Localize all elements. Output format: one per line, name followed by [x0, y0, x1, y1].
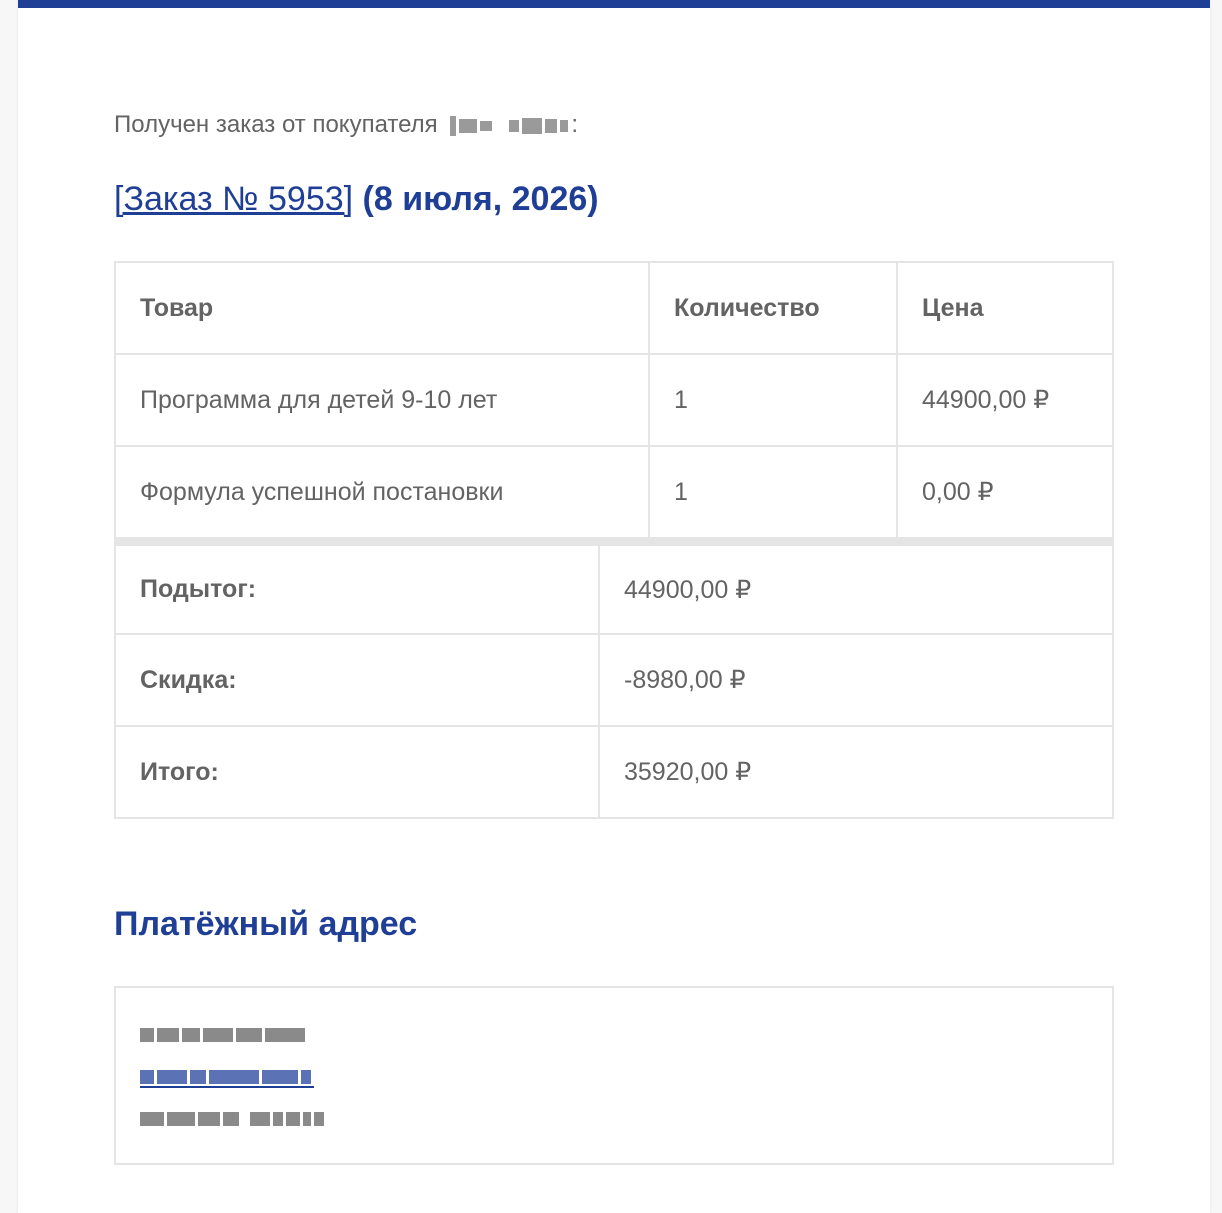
intro-text: Получен заказ от покупателя: [114, 111, 438, 138]
order-heading: [Заказ № 5953] (8 июля, 2026): [114, 180, 599, 219]
table-row: Программа для детей 9-10 лет 1 44900,00 …: [114, 353, 1114, 447]
product-price: 0,00 ₽: [896, 445, 1114, 539]
redacted-billing-name: [140, 1026, 308, 1044]
order-date: (8 июля, 2026): [362, 180, 599, 218]
intro-line: Получен заказ от покупателя :: [114, 111, 579, 140]
product-quantity: 1: [648, 353, 898, 447]
subtotal-value: 44900,00 ₽: [598, 541, 1114, 635]
redacted-customer-name: [450, 112, 571, 140]
order-items-table: Товар Количество Цена Программа для дете…: [114, 261, 1114, 539]
table-header-row: Товар Количество Цена: [114, 261, 1114, 355]
total-value: 35920,00 ₽: [598, 725, 1114, 819]
product-price: 44900,00 ₽: [896, 353, 1114, 447]
subtotal-label: Подытог:: [114, 541, 600, 635]
billing-address-box: [114, 986, 1114, 1165]
header-accent-bar: [18, 0, 1210, 8]
order-link[interactable]: [Заказ № 5953]: [114, 180, 353, 218]
product-quantity: 1: [648, 445, 898, 539]
column-header-product: Товар: [114, 261, 650, 355]
order-totals-table: Подытог: 44900,00 ₽ Скидка: -8980,00 ₽ И…: [114, 538, 1114, 819]
discount-label: Скидка:: [114, 633, 600, 727]
discount-row: Скидка: -8980,00 ₽: [114, 633, 1114, 727]
column-header-price: Цена: [896, 261, 1114, 355]
billing-address-heading: Платёжный адрес: [114, 905, 418, 943]
redacted-billing-email: [140, 1110, 327, 1128]
redacted-billing-phone-link[interactable]: [140, 1068, 314, 1088]
product-name: Формула успешной постановки: [114, 445, 650, 539]
table-row: Формула успешной постановки 1 0,00 ₽: [114, 445, 1114, 539]
total-row: Итого: 35920,00 ₽: [114, 725, 1114, 819]
discount-value: -8980,00 ₽: [598, 633, 1114, 727]
subtotal-row: Подытог: 44900,00 ₽: [114, 541, 1114, 635]
email-card: Получен заказ от покупателя : [Заказ № 5…: [18, 0, 1210, 1213]
total-label: Итого:: [114, 725, 600, 819]
column-header-quantity: Количество: [648, 261, 898, 355]
product-name: Программа для детей 9-10 лет: [114, 353, 650, 447]
